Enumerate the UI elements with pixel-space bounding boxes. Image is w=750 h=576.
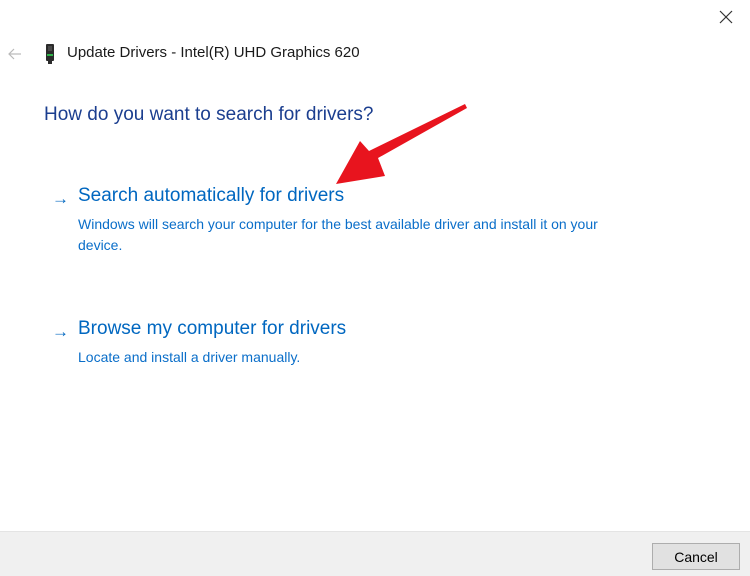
close-icon [719, 10, 733, 24]
cancel-button[interactable]: Cancel [652, 543, 740, 570]
dialog-header: Update Drivers - Intel(R) UHD Graphics 6… [0, 40, 600, 68]
page-heading: How do you want to search for drivers? [44, 104, 374, 125]
option-description: Windows will search your computer for th… [78, 216, 598, 253]
right-arrow-icon: → [52, 189, 69, 208]
search-automatically-option[interactable]: → Search automatically for drivers Windo… [52, 185, 612, 255]
dialog-footer: Cancel [0, 531, 750, 576]
option-description: Locate and install a driver manually. [78, 349, 301, 365]
back-arrow-icon [8, 48, 21, 60]
update-drivers-window: Update Drivers - Intel(R) UHD Graphics 6… [0, 0, 750, 576]
back-button[interactable] [4, 40, 26, 68]
right-arrow-icon: → [52, 322, 69, 341]
option-label: Search automatically for drivers [78, 185, 345, 206]
graphics-card-icon [46, 44, 54, 64]
browse-computer-option[interactable]: → Browse my computer for drivers Locate … [52, 318, 612, 368]
dialog-title: Update Drivers - Intel(R) UHD Graphics 6… [67, 44, 360, 61]
option-label: Browse my computer for drivers [78, 318, 347, 339]
close-button[interactable] [706, 2, 746, 32]
